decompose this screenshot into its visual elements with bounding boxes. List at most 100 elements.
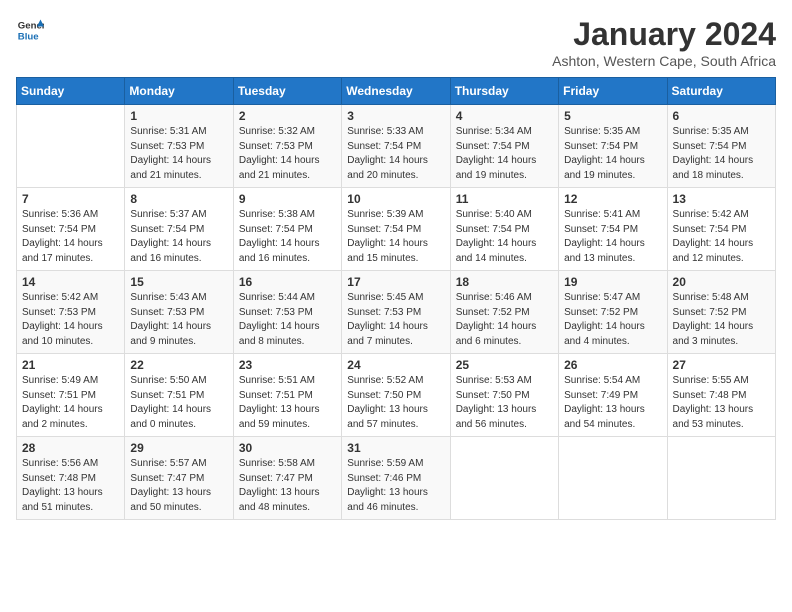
day-info: Sunrise: 5:44 AM Sunset: 7:53 PM Dayligh… bbox=[239, 291, 336, 349]
day-number: 23 bbox=[239, 358, 336, 372]
day-info: Sunrise: 5:47 AM Sunset: 7:52 PM Dayligh… bbox=[564, 291, 661, 349]
day-number: 6 bbox=[673, 109, 770, 123]
calendar-cell: 3 Sunrise: 5:33 AM Sunset: 7:54 PM Daylig… bbox=[342, 105, 450, 188]
day-number: 2 bbox=[239, 109, 336, 123]
calendar-cell: 4 Sunrise: 5:34 AM Sunset: 7:54 PM Daylig… bbox=[450, 105, 558, 188]
day-number: 10 bbox=[347, 192, 444, 206]
calendar-cell: 25 Sunrise: 5:53 AM Sunset: 7:50 PM Dayli… bbox=[450, 354, 558, 437]
calendar-cell: 14 Sunrise: 5:42 AM Sunset: 7:53 PM Dayli… bbox=[17, 271, 125, 354]
calendar-cell: 2 Sunrise: 5:32 AM Sunset: 7:53 PM Daylig… bbox=[233, 105, 341, 188]
calendar-cell: 16 Sunrise: 5:44 AM Sunset: 7:53 PM Dayli… bbox=[233, 271, 341, 354]
day-info: Sunrise: 5:51 AM Sunset: 7:51 PM Dayligh… bbox=[239, 374, 336, 432]
day-info: Sunrise: 5:40 AM Sunset: 7:54 PM Dayligh… bbox=[456, 208, 553, 266]
day-number: 16 bbox=[239, 275, 336, 289]
day-info: Sunrise: 5:56 AM Sunset: 7:48 PM Dayligh… bbox=[22, 457, 119, 515]
day-of-week-header: Sunday bbox=[17, 78, 125, 105]
svg-text:Blue: Blue bbox=[18, 32, 39, 43]
day-info: Sunrise: 5:42 AM Sunset: 7:53 PM Dayligh… bbox=[22, 291, 119, 349]
calendar-cell: 29 Sunrise: 5:57 AM Sunset: 7:47 PM Dayli… bbox=[125, 437, 233, 520]
day-number: 18 bbox=[456, 275, 553, 289]
day-info: Sunrise: 5:32 AM Sunset: 7:53 PM Dayligh… bbox=[239, 125, 336, 183]
day-info: Sunrise: 5:57 AM Sunset: 7:47 PM Dayligh… bbox=[130, 457, 227, 515]
calendar-cell: 23 Sunrise: 5:51 AM Sunset: 7:51 PM Dayli… bbox=[233, 354, 341, 437]
day-info: Sunrise: 5:54 AM Sunset: 7:49 PM Dayligh… bbox=[564, 374, 661, 432]
day-info: Sunrise: 5:35 AM Sunset: 7:54 PM Dayligh… bbox=[564, 125, 661, 183]
day-number: 28 bbox=[22, 441, 119, 455]
calendar-cell: 7 Sunrise: 5:36 AM Sunset: 7:54 PM Daylig… bbox=[17, 188, 125, 271]
day-info: Sunrise: 5:52 AM Sunset: 7:50 PM Dayligh… bbox=[347, 374, 444, 432]
day-info: Sunrise: 5:45 AM Sunset: 7:53 PM Dayligh… bbox=[347, 291, 444, 349]
calendar-header-row: SundayMondayTuesdayWednesdayThursdayFrid… bbox=[17, 78, 776, 105]
day-number: 7 bbox=[22, 192, 119, 206]
day-info: Sunrise: 5:59 AM Sunset: 7:46 PM Dayligh… bbox=[347, 457, 444, 515]
day-number: 1 bbox=[130, 109, 227, 123]
calendar-cell: 22Sunrise: 5:50 AM Sunset: 7:51 PM Dayli… bbox=[125, 354, 233, 437]
day-info: Sunrise: 5:38 AM Sunset: 7:54 PM Dayligh… bbox=[239, 208, 336, 266]
calendar-cell: 12Sunrise: 5:41 AM Sunset: 7:54 PM Dayli… bbox=[559, 188, 667, 271]
day-number: 3 bbox=[347, 109, 444, 123]
day-info: Sunrise: 5:49 AM Sunset: 7:51 PM Dayligh… bbox=[22, 374, 119, 432]
calendar-cell: 10 Sunrise: 5:39 AM Sunset: 7:54 PM Dayli… bbox=[342, 188, 450, 271]
calendar-cell: 8 Sunrise: 5:37 AM Sunset: 7:54 PM Daylig… bbox=[125, 188, 233, 271]
day-number: 8 bbox=[130, 192, 227, 206]
day-number: 24 bbox=[347, 358, 444, 372]
calendar-cell: 20 Sunrise: 5:48 AM Sunset: 7:52 PM Dayli… bbox=[667, 271, 775, 354]
calendar-cell: 18Sunrise: 5:46 AM Sunset: 7:52 PM Dayli… bbox=[450, 271, 558, 354]
day-number: 20 bbox=[673, 275, 770, 289]
day-number: 21 bbox=[22, 358, 119, 372]
calendar-title: January 2024 bbox=[552, 16, 776, 53]
calendar-cell bbox=[559, 437, 667, 520]
title-block: January 2024 Ashton, Western Cape, South… bbox=[552, 16, 776, 69]
calendar-week-row: 28 Sunrise: 5:56 AM Sunset: 7:48 PM Dayli… bbox=[17, 437, 776, 520]
day-info: Sunrise: 5:43 AM Sunset: 7:53 PM Dayligh… bbox=[130, 291, 227, 349]
day-number: 29 bbox=[130, 441, 227, 455]
calendar-cell: 6 Sunrise: 5:35 AM Sunset: 7:54 PM Daylig… bbox=[667, 105, 775, 188]
day-info: Sunrise: 5:48 AM Sunset: 7:52 PM Dayligh… bbox=[673, 291, 770, 349]
day-number: 26 bbox=[564, 358, 661, 372]
day-of-week-header: Tuesday bbox=[233, 78, 341, 105]
day-number: 27 bbox=[673, 358, 770, 372]
day-info: Sunrise: 5:50 AM Sunset: 7:51 PM Dayligh… bbox=[130, 374, 227, 432]
calendar-cell: 11 Sunrise: 5:40 AM Sunset: 7:54 PM Dayli… bbox=[450, 188, 558, 271]
day-info: Sunrise: 5:35 AM Sunset: 7:54 PM Dayligh… bbox=[673, 125, 770, 183]
day-number: 19 bbox=[564, 275, 661, 289]
calendar-table: SundayMondayTuesdayWednesdayThursdayFrid… bbox=[16, 77, 776, 520]
logo-icon: General Blue bbox=[16, 16, 44, 44]
calendar-week-row: 21 Sunrise: 5:49 AM Sunset: 7:51 PM Dayli… bbox=[17, 354, 776, 437]
day-number: 9 bbox=[239, 192, 336, 206]
day-number: 12 bbox=[564, 192, 661, 206]
calendar-week-row: 14 Sunrise: 5:42 AM Sunset: 7:53 PM Dayli… bbox=[17, 271, 776, 354]
day-info: Sunrise: 5:33 AM Sunset: 7:54 PM Dayligh… bbox=[347, 125, 444, 183]
calendar-cell: 31 Sunrise: 5:59 AM Sunset: 7:46 PM Dayli… bbox=[342, 437, 450, 520]
day-of-week-header: Friday bbox=[559, 78, 667, 105]
day-info: Sunrise: 5:34 AM Sunset: 7:54 PM Dayligh… bbox=[456, 125, 553, 183]
day-number: 25 bbox=[456, 358, 553, 372]
day-number: 4 bbox=[456, 109, 553, 123]
day-of-week-header: Saturday bbox=[667, 78, 775, 105]
day-info: Sunrise: 5:55 AM Sunset: 7:48 PM Dayligh… bbox=[673, 374, 770, 432]
day-of-week-header: Monday bbox=[125, 78, 233, 105]
calendar-cell: 28 Sunrise: 5:56 AM Sunset: 7:48 PM Dayli… bbox=[17, 437, 125, 520]
day-info: Sunrise: 5:36 AM Sunset: 7:54 PM Dayligh… bbox=[22, 208, 119, 266]
calendar-cell: 30Sunrise: 5:58 AM Sunset: 7:47 PM Dayli… bbox=[233, 437, 341, 520]
page-header: General Blue January 2024 Ashton, Wester… bbox=[16, 16, 776, 69]
day-number: 17 bbox=[347, 275, 444, 289]
calendar-cell: 1Sunrise: 5:31 AM Sunset: 7:53 PM Daylig… bbox=[125, 105, 233, 188]
calendar-cell: 5Sunrise: 5:35 AM Sunset: 7:54 PM Daylig… bbox=[559, 105, 667, 188]
day-info: Sunrise: 5:37 AM Sunset: 7:54 PM Dayligh… bbox=[130, 208, 227, 266]
calendar-cell bbox=[450, 437, 558, 520]
calendar-cell: 27 Sunrise: 5:55 AM Sunset: 7:48 PM Dayli… bbox=[667, 354, 775, 437]
calendar-cell: 21 Sunrise: 5:49 AM Sunset: 7:51 PM Dayli… bbox=[17, 354, 125, 437]
calendar-cell: 24 Sunrise: 5:52 AM Sunset: 7:50 PM Dayli… bbox=[342, 354, 450, 437]
day-info: Sunrise: 5:39 AM Sunset: 7:54 PM Dayligh… bbox=[347, 208, 444, 266]
day-number: 11 bbox=[456, 192, 553, 206]
calendar-cell: 13Sunrise: 5:42 AM Sunset: 7:54 PM Dayli… bbox=[667, 188, 775, 271]
day-number: 31 bbox=[347, 441, 444, 455]
logo: General Blue bbox=[16, 16, 44, 44]
day-number: 14 bbox=[22, 275, 119, 289]
calendar-subtitle: Ashton, Western Cape, South Africa bbox=[552, 53, 776, 69]
day-number: 15 bbox=[130, 275, 227, 289]
day-info: Sunrise: 5:58 AM Sunset: 7:47 PM Dayligh… bbox=[239, 457, 336, 515]
day-info: Sunrise: 5:53 AM Sunset: 7:50 PM Dayligh… bbox=[456, 374, 553, 432]
day-of-week-header: Wednesday bbox=[342, 78, 450, 105]
